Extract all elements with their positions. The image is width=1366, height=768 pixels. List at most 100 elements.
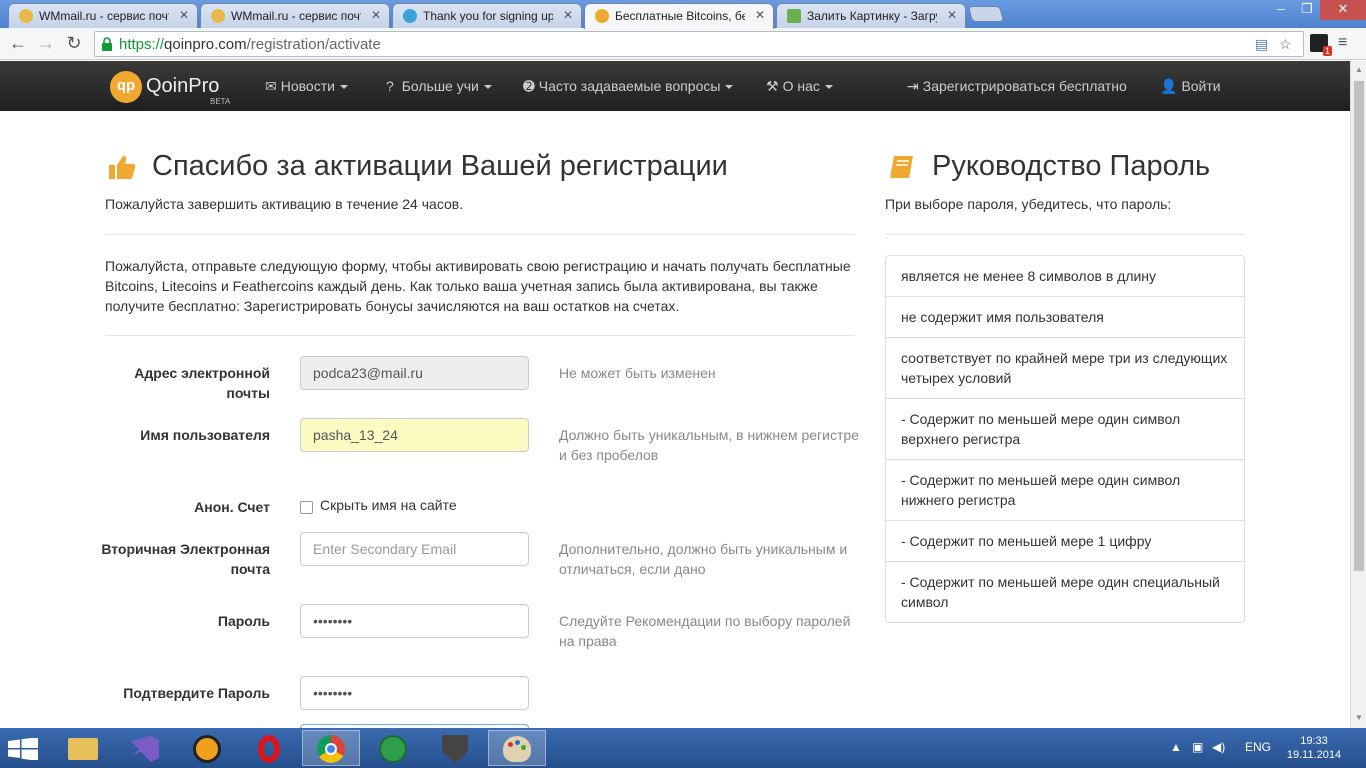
close-icon[interactable]: ✕ [371, 8, 381, 22]
file-explorer-icon[interactable] [54, 730, 112, 766]
browser-tab[interactable]: WMmail.ru - сервис почт ✕ [200, 3, 390, 28]
username-label: Имя пользователя [140, 427, 270, 443]
envelope-icon: ✉ [265, 78, 277, 94]
confirm-password-label: Подтвердите Пароль [123, 685, 270, 701]
anon-label: Анон. Счет [194, 499, 270, 515]
divider [105, 234, 855, 235]
browser-tab-active[interactable]: Бесплатные Bitcoins, бес ✕ [584, 3, 774, 29]
sidebar-title: Руководство Пароль [932, 150, 1211, 182]
tab-title: Бесплатные Bitcoins, бес [615, 9, 745, 23]
scroll-up-icon[interactable]: ▲ [1355, 65, 1363, 74]
page-title: Спасибо за активации Вашей регистрации [152, 150, 728, 182]
wmmail-icon [211, 9, 225, 23]
visual-studio-icon[interactable] [116, 730, 174, 766]
qoinpro-logo-icon[interactable]: qp [110, 71, 142, 103]
url-text: https://qoinpro.com/registration/activat… [119, 36, 381, 53]
hide-name-checkbox-label[interactable]: Скрыть имя на сайте [320, 497, 457, 513]
scrollbar-thumb[interactable] [1354, 81, 1364, 571]
password-help: Следуйте Рекомендации по выбору паролей … [559, 613, 851, 649]
back-button[interactable]: ← [6, 32, 30, 56]
intro-paragraph: Пожалуйста, отправьте следующую форму, ч… [105, 258, 851, 314]
question-circle-icon: ➋ [523, 78, 535, 94]
close-icon[interactable]: ✕ [947, 8, 957, 22]
network-icon[interactable]: ▣ [1192, 740, 1203, 754]
nav-faq[interactable]: ➋ Часто задаваемые вопросы [523, 78, 734, 95]
site-icon [403, 9, 417, 23]
secondary-email-help: Дополнительно, должно быть уникальным и … [559, 541, 848, 577]
language-indicator[interactable]: ENG [1245, 740, 1271, 754]
new-tab-button[interactable] [967, 6, 1005, 22]
caret-down-icon [339, 85, 348, 90]
tab-title: WMmail.ru - сервис почт [39, 9, 169, 23]
list-item: - Содержит по меньшей мере один символ в… [886, 399, 1244, 460]
wmmail-icon [19, 9, 33, 23]
utorrent-icon[interactable] [364, 730, 422, 766]
system-clock[interactable]: 19:33 19.11.2014 [1282, 734, 1346, 762]
address-bar[interactable]: https://qoinpro.com/registration/activat… [94, 31, 1304, 57]
password-field[interactable] [300, 604, 529, 638]
nav-register[interactable]: ⇥ Зарегистрироваться бесплатно [907, 78, 1127, 95]
forward-button[interactable]: → [34, 32, 58, 56]
paint-icon[interactable] [488, 730, 546, 766]
windows-taskbar: ▲ ▣ ◀) ENG 19:33 19.11.2014 [0, 728, 1366, 768]
list-item: не содержит имя пользователя [886, 297, 1244, 338]
hide-name-checkbox[interactable] [300, 501, 313, 514]
opera-icon[interactable] [240, 730, 298, 766]
aimp-icon[interactable] [178, 730, 236, 766]
tab-title: WMmail.ru - сервис почт [231, 9, 361, 23]
nav-learn-more[interactable]: ? Больше учи [386, 78, 492, 94]
reload-button[interactable]: ↻ [62, 32, 86, 56]
caret-down-icon [725, 85, 734, 90]
divider [105, 335, 855, 336]
close-window-button[interactable]: ✕ [1320, 0, 1366, 20]
maximize-button[interactable]: ❐ [1294, 0, 1320, 20]
browser-tab-strip: WMmail.ru - сервис почт ✕ WMmail.ru - се… [0, 0, 1366, 29]
browser-tab[interactable]: Thank you for signing up ✕ [392, 3, 582, 28]
star-icon[interactable]: ☆ [1279, 36, 1292, 53]
email-label: Адрес электронной почты [134, 365, 270, 401]
chrome-icon[interactable] [302, 730, 360, 766]
question-icon: ? [386, 78, 394, 94]
clock-date: 19.11.2014 [1286, 749, 1342, 761]
volume-icon[interactable]: ◀) [1212, 740, 1225, 754]
username-help: Должно быть уникальным, в нижнем регистр… [559, 427, 859, 463]
secondary-email-field[interactable] [300, 532, 529, 566]
clock-time: 19:33 [1300, 735, 1328, 747]
list-item: - Содержит по меньшей мере один специаль… [901, 574, 1220, 610]
nav-about[interactable]: ⚒ О нас [766, 78, 833, 95]
translate-icon[interactable]: ▤ [1255, 36, 1268, 53]
page-scrollbar[interactable]: ▲ ▼ [1350, 61, 1366, 728]
minimize-button[interactable]: – [1268, 0, 1294, 20]
password-label: Пароль [217, 613, 270, 629]
password-rules-list: является не менее 8 символов в длину не … [885, 255, 1245, 623]
world-of-tanks-icon[interactable] [426, 730, 484, 766]
thumbs-up-icon [109, 155, 136, 179]
list-item: является не менее 8 символов в длину [886, 256, 1244, 297]
windows-start-icon[interactable] [8, 738, 38, 760]
scroll-down-icon[interactable]: ▼ [1355, 713, 1363, 722]
show-hidden-icons-icon[interactable]: ▲ [1170, 740, 1182, 754]
caret-down-icon [824, 85, 833, 90]
logo-text[interactable]: QoinPro [146, 75, 219, 98]
browser-tab[interactable]: WMmail.ru - сервис почт ✕ [8, 3, 198, 28]
site-navbar: qp QoinPro BETA ✉ Новости ? Больше учи ➋Ч… [0, 61, 1350, 111]
list-item: - Содержит по меньшей мере 1 цифру [886, 521, 1244, 562]
extension-icon[interactable]: 1 [1310, 34, 1332, 56]
close-icon[interactable]: ✕ [755, 8, 765, 22]
nav-news[interactable]: ✉ Новости [265, 78, 348, 95]
close-icon[interactable]: ✕ [179, 8, 189, 22]
email-field [300, 356, 529, 390]
menu-icon[interactable]: ≡ [1338, 34, 1347, 52]
browser-tab[interactable]: Залить Картинку - Загру ✕ [776, 3, 966, 28]
list-item: соответствует по крайней мере три из сле… [886, 338, 1244, 399]
book-icon [890, 156, 913, 178]
page-subtitle: Пожалуйста завершить активацию в течение… [105, 196, 464, 212]
image-upload-icon [787, 9, 801, 23]
close-icon[interactable]: ✕ [563, 8, 573, 22]
list-item: - Содержит по меньшей мере один символ н… [886, 460, 1244, 521]
caret-down-icon [483, 85, 492, 90]
confirm-password-field[interactable] [300, 676, 529, 710]
nav-login[interactable]: 👤 Войти [1160, 78, 1221, 95]
tab-title: Залить Картинку - Загру [807, 9, 937, 23]
username-field[interactable] [300, 418, 529, 452]
